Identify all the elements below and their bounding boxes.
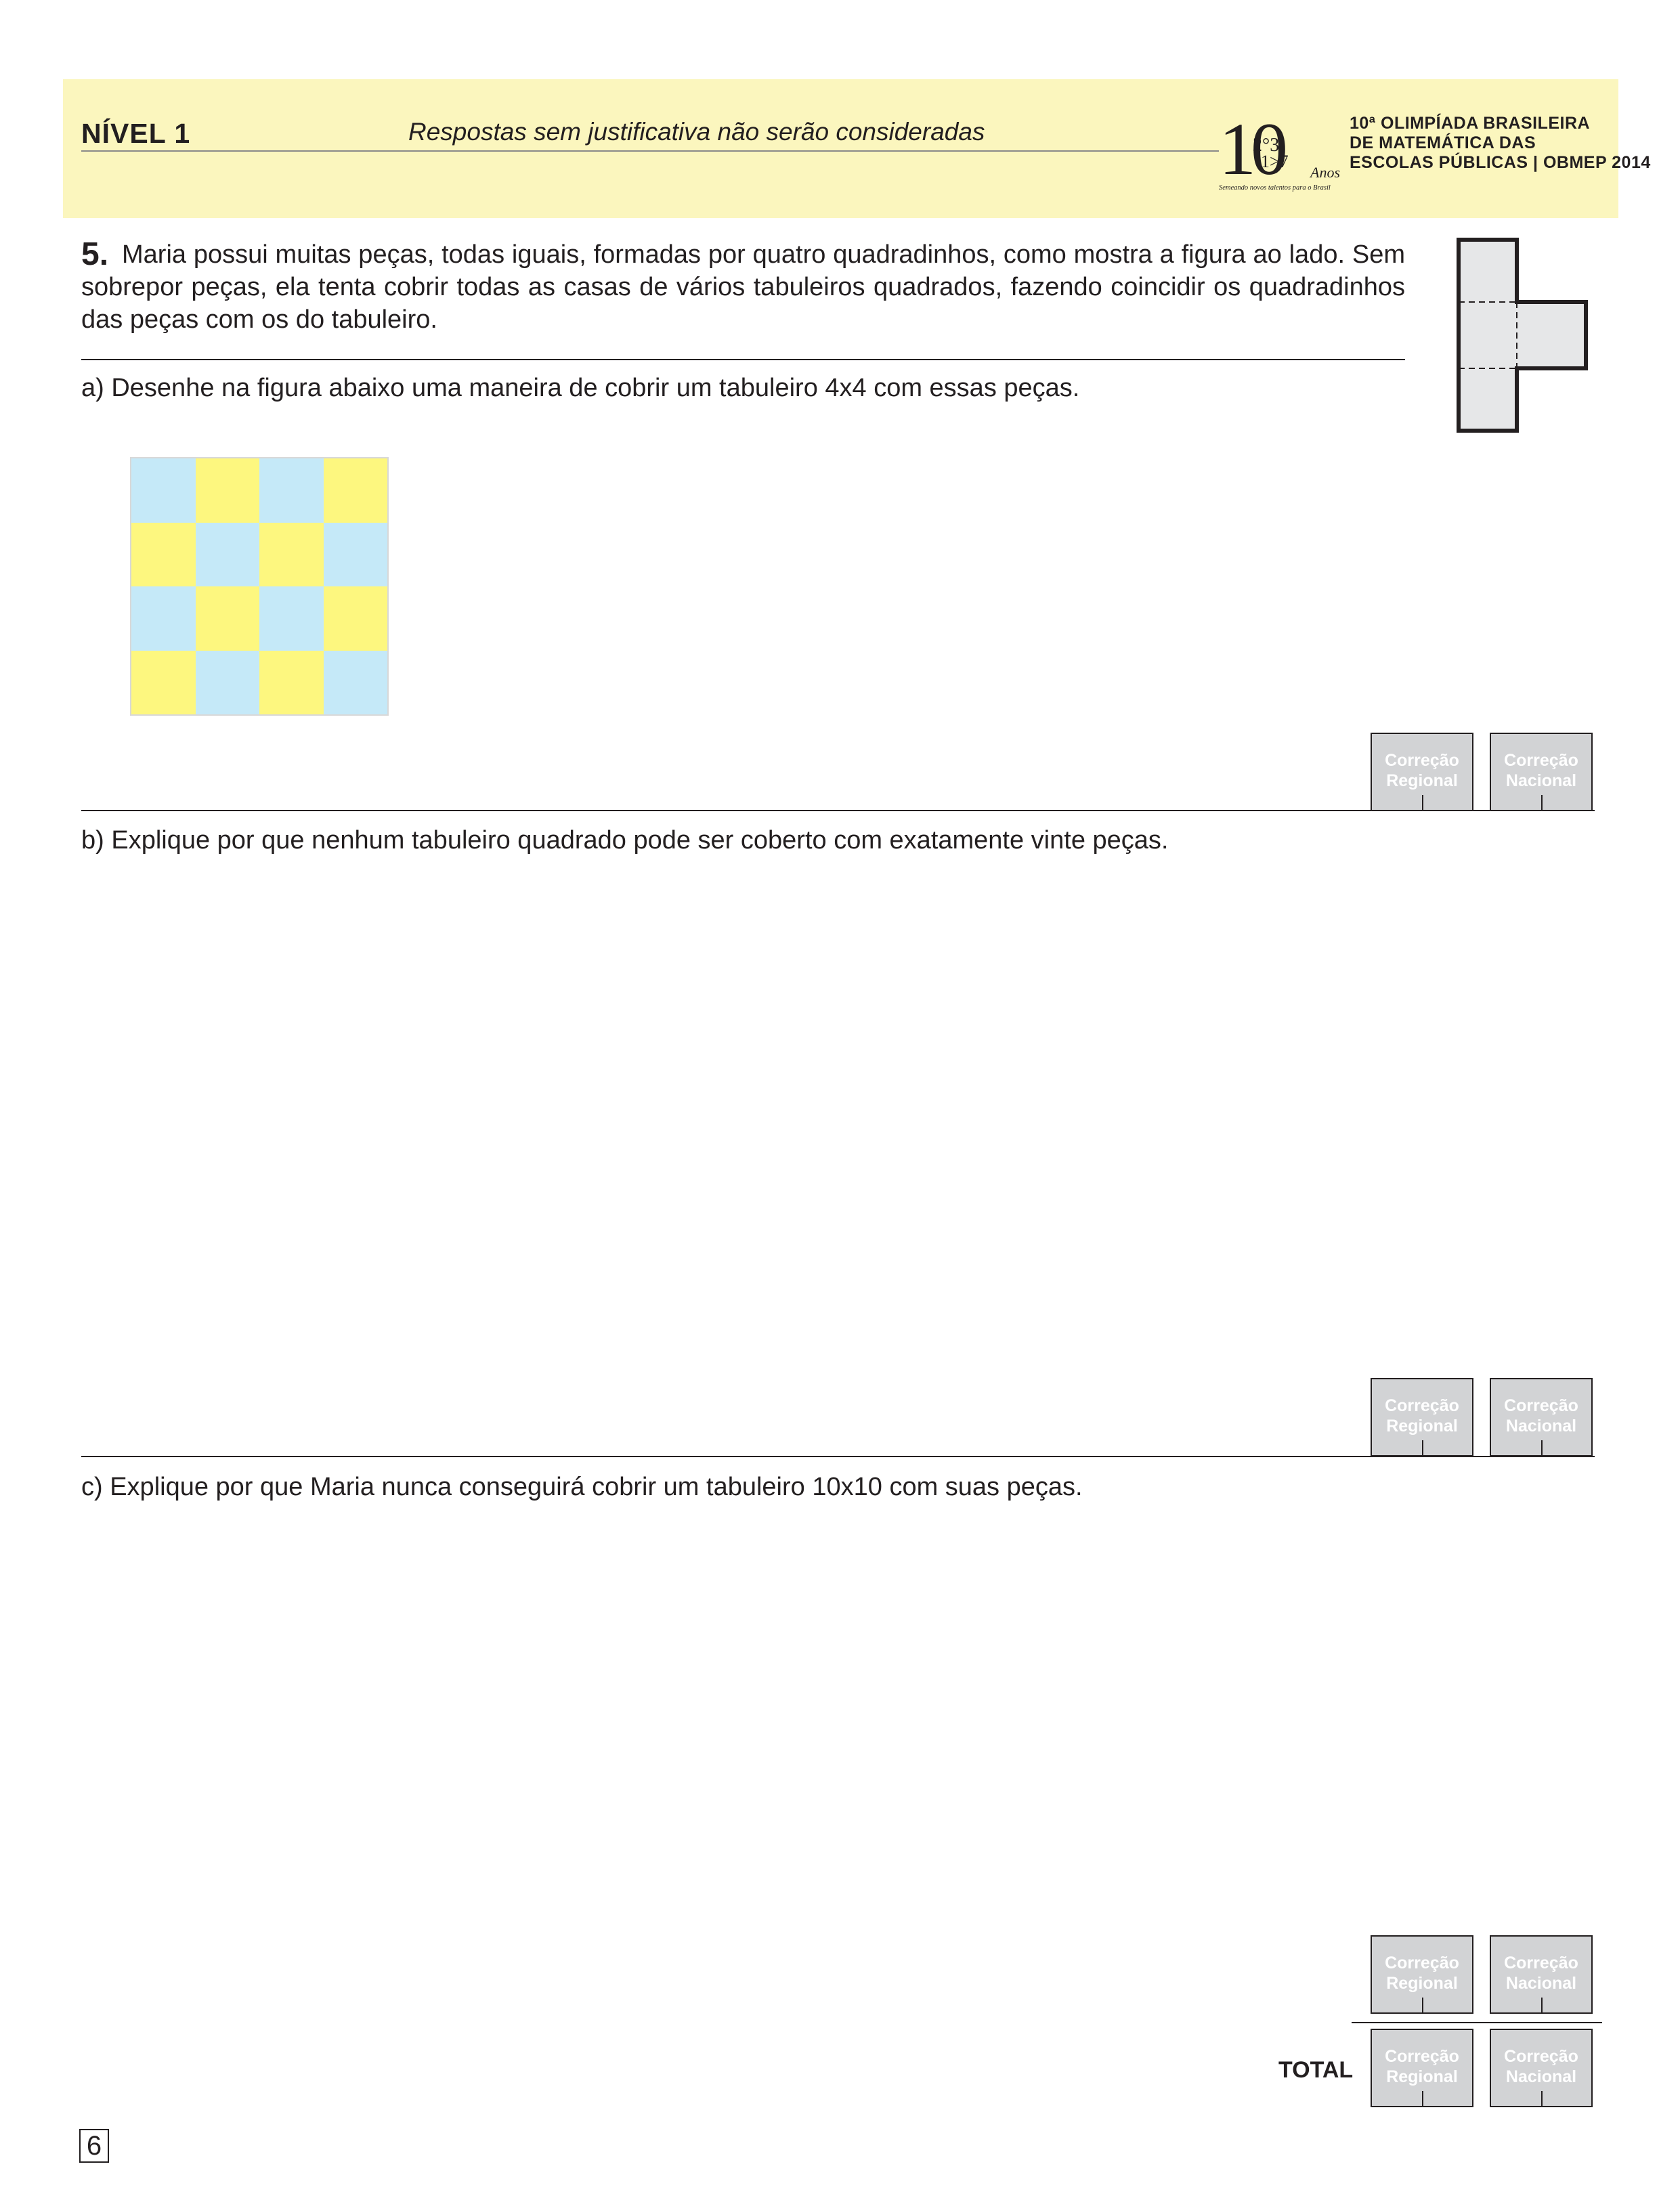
level-label: NÍVEL 1 bbox=[81, 118, 191, 149]
correction-label: Correção bbox=[1504, 1954, 1578, 1972]
correction-label: Correção bbox=[1504, 1396, 1578, 1415]
score-tick bbox=[1541, 795, 1543, 810]
part-a-prompt: a) Desenhe na figura abaixo uma maneira … bbox=[81, 374, 1080, 402]
board-cell[interactable] bbox=[195, 650, 259, 714]
logo-anos: Anos bbox=[1309, 164, 1340, 181]
board-cell[interactable] bbox=[323, 650, 387, 714]
correction-label: Nacional bbox=[1505, 771, 1577, 790]
board-cell[interactable] bbox=[259, 522, 324, 586]
total-label: TOTAL bbox=[1278, 2057, 1354, 2083]
score-tick bbox=[1422, 2091, 1423, 2106]
correction-label: Correção bbox=[1504, 751, 1578, 770]
board-cell[interactable] bbox=[259, 650, 324, 714]
board-cell[interactable] bbox=[323, 586, 387, 651]
board-4x4[interactable] bbox=[130, 457, 389, 716]
page-number: 6 bbox=[79, 2129, 109, 2163]
correction-label: Correção bbox=[1504, 2047, 1578, 2066]
correction-label: Regional bbox=[1386, 2067, 1458, 2086]
obmep-10-anos-logo: 10 2°3 1>7 Anos Semeando novos talentos … bbox=[1219, 112, 1340, 192]
score-tick bbox=[1541, 1440, 1543, 1455]
correction-label: Regional bbox=[1386, 1974, 1458, 1993]
logo-tagline: Semeando novos talentos para o Brasil bbox=[1219, 184, 1331, 192]
board-cell[interactable] bbox=[131, 522, 196, 586]
score-tick bbox=[1541, 2091, 1543, 2106]
correction-label: Nacional bbox=[1505, 1974, 1577, 1993]
svg-text:1>7: 1>7 bbox=[1261, 152, 1289, 171]
board-cell[interactable] bbox=[259, 458, 324, 523]
board-cell[interactable] bbox=[131, 586, 196, 651]
question-rule bbox=[81, 359, 1405, 360]
board-cell[interactable] bbox=[195, 522, 259, 586]
logo-title-line-2: DE MATEMÁTICA DAS bbox=[1350, 133, 1536, 152]
correction-regional-a[interactable]: Correção Regional bbox=[1371, 733, 1473, 811]
correction-label: Correção bbox=[1385, 1954, 1459, 1972]
correction-regional-c[interactable]: Correção Regional bbox=[1371, 1935, 1473, 2014]
logo-title-line-3: ESCOLAS PÚBLICAS | OBMEP 2014 bbox=[1350, 153, 1651, 172]
correction-label: Nacional bbox=[1505, 2067, 1577, 2086]
score-tick bbox=[1422, 795, 1423, 810]
correction-label: Regional bbox=[1386, 771, 1458, 790]
board-cell[interactable] bbox=[131, 458, 196, 523]
correction-nacional-a[interactable]: Correção Nacional bbox=[1490, 733, 1593, 811]
total-nacional-box[interactable]: Correção Nacional bbox=[1490, 2029, 1593, 2107]
t-tetromino-figure bbox=[1457, 238, 1588, 433]
score-tick bbox=[1422, 1440, 1423, 1455]
correction-label: Nacional bbox=[1505, 1417, 1577, 1436]
board-cell[interactable] bbox=[195, 458, 259, 523]
correction-label: Regional bbox=[1386, 1417, 1458, 1436]
board-cell[interactable] bbox=[323, 458, 387, 523]
total-rule bbox=[1352, 2022, 1602, 2023]
total-regional-box[interactable]: Correção Regional bbox=[1371, 2029, 1473, 2107]
part-b-prompt: b) Explique por que nenhum tabuleiro qua… bbox=[81, 826, 1169, 855]
answer-area-b[interactable] bbox=[81, 873, 1327, 1429]
board-cell[interactable] bbox=[195, 586, 259, 651]
board-cell[interactable] bbox=[323, 522, 387, 586]
board-cell[interactable] bbox=[259, 586, 324, 651]
section-rule bbox=[81, 1456, 1595, 1457]
correction-label: Correção bbox=[1385, 1396, 1459, 1415]
correction-nacional-b[interactable]: Correção Nacional bbox=[1490, 1378, 1593, 1457]
correction-nacional-c[interactable]: Correção Nacional bbox=[1490, 1935, 1593, 2014]
logo-title-line-1: 10ª OLIMPÍADA BRASILEIRA bbox=[1350, 114, 1591, 133]
header-rule bbox=[81, 150, 1219, 152]
correction-regional-b[interactable]: Correção Regional bbox=[1371, 1378, 1473, 1457]
board-cell[interactable] bbox=[131, 650, 196, 714]
correction-label: Correção bbox=[1385, 751, 1459, 770]
answer-area-c[interactable] bbox=[81, 1520, 1327, 1913]
notice-text: Respostas sem justificativa não serão co… bbox=[408, 118, 985, 146]
question-statement: Maria possui muitas peças, todas iguais,… bbox=[81, 240, 1405, 334]
section-rule bbox=[81, 810, 1595, 811]
part-c-prompt: c) Explique por que Maria nunca consegui… bbox=[81, 1473, 1083, 1501]
score-tick bbox=[1541, 1998, 1543, 2012]
correction-label: Correção bbox=[1385, 2047, 1459, 2066]
score-tick bbox=[1422, 1998, 1423, 2012]
